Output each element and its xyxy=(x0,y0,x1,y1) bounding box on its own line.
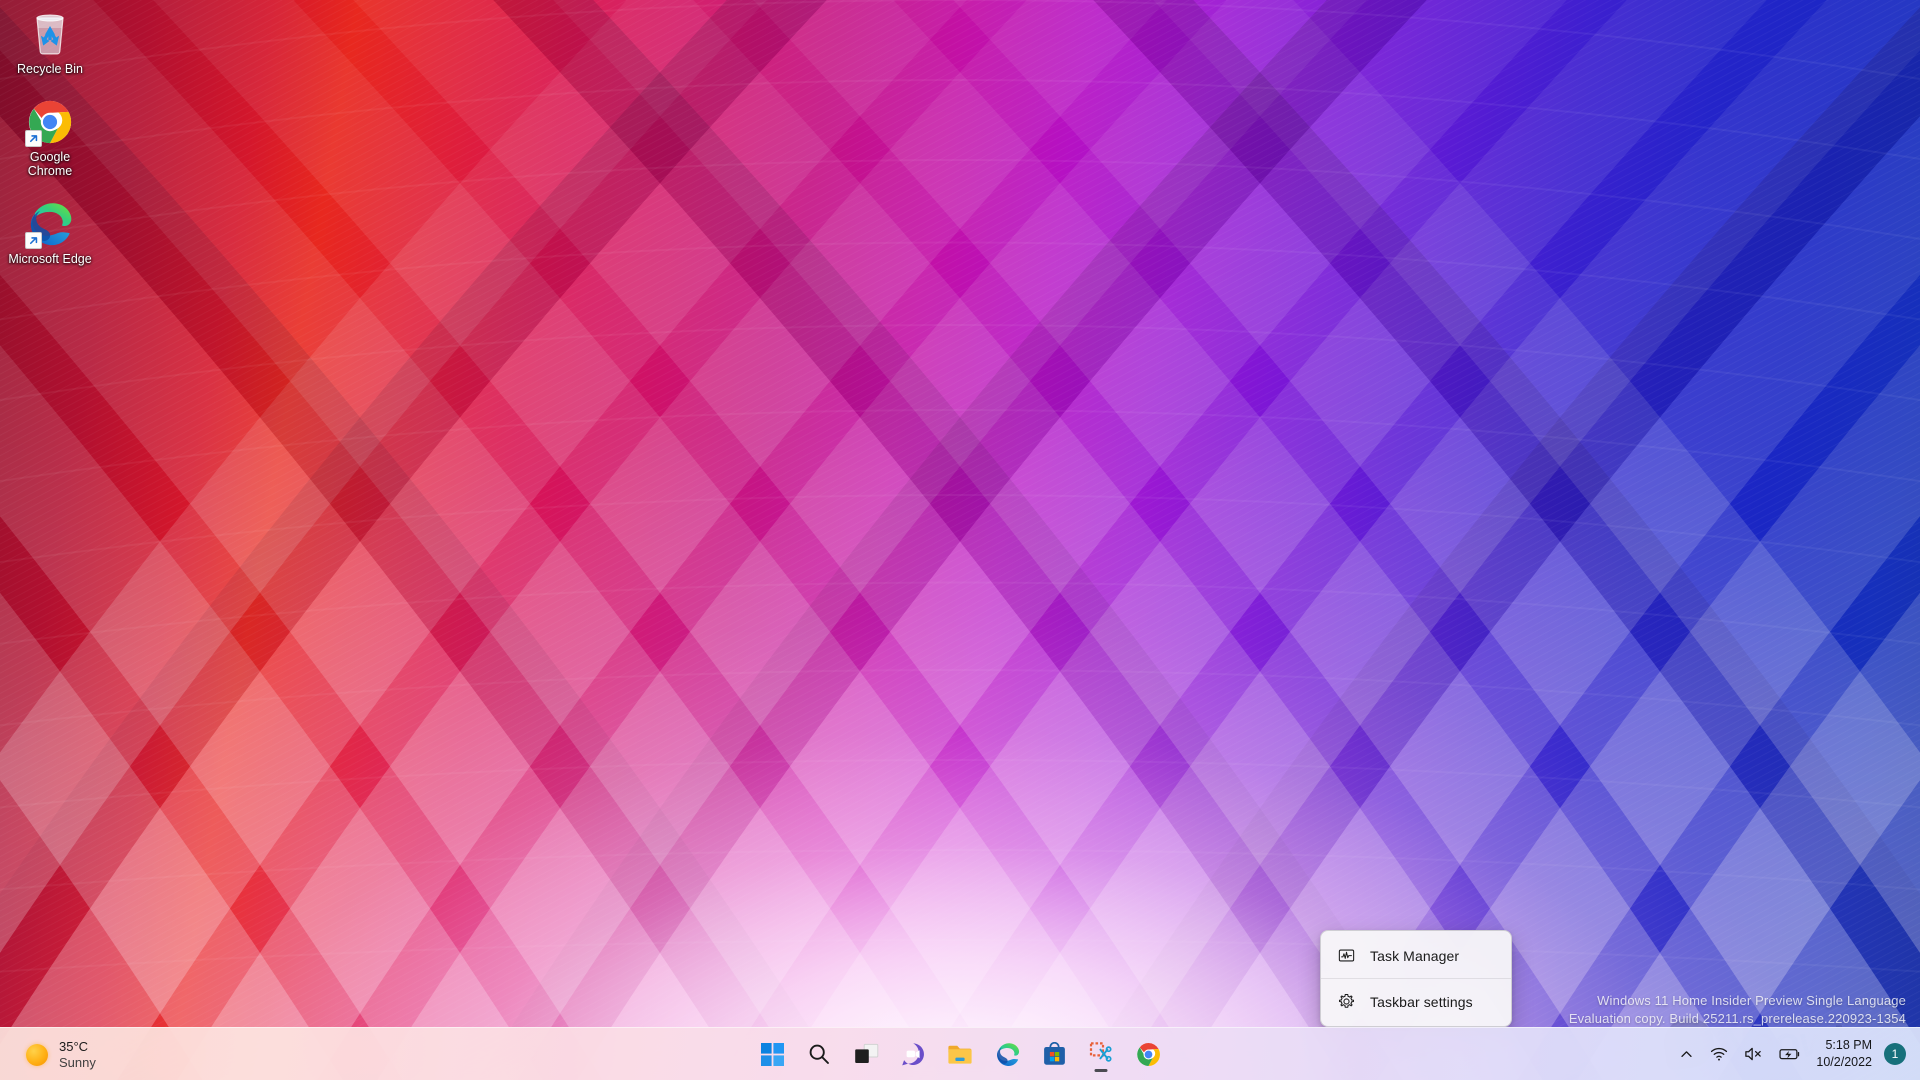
weather-text: 35°C Sunny xyxy=(59,1039,96,1071)
task-view-button[interactable] xyxy=(846,1034,886,1074)
tray-date: 10/2/2022 xyxy=(1816,1055,1872,1069)
shortcut-overlay-icon xyxy=(25,129,42,147)
clock-button[interactable]: 5:18 PM 10/2/2022 xyxy=(1810,1034,1880,1074)
desktop-icon-google-chrome[interactable]: Google Chrome xyxy=(4,94,96,182)
store-button[interactable] xyxy=(1034,1034,1074,1074)
desktop-icon-label: Recycle Bin xyxy=(17,62,83,76)
app-running-indicator xyxy=(1094,1068,1108,1072)
battery-button[interactable] xyxy=(1772,1034,1808,1074)
gear-icon xyxy=(1336,992,1356,1012)
taskbar-context-menu[interactable]: Task Manager Taskbar settings xyxy=(1320,930,1512,1027)
wifi-icon xyxy=(1711,1047,1728,1061)
file-explorer-button[interactable] xyxy=(940,1034,980,1074)
context-menu-item-task-manager[interactable]: Task Manager xyxy=(1324,935,1508,976)
chat-button[interactable] xyxy=(893,1034,933,1074)
context-menu-item-label: Task Manager xyxy=(1370,947,1460,964)
task-manager-icon xyxy=(1336,946,1356,966)
store-icon xyxy=(1043,1041,1065,1065)
snipping-tool-icon xyxy=(1089,1042,1112,1062)
recycle-bin-icon xyxy=(26,10,74,58)
wallpaper-pattern xyxy=(0,0,1920,1080)
search-icon xyxy=(809,1044,829,1064)
weather-condition: Sunny xyxy=(59,1054,96,1070)
chat-icon xyxy=(902,1042,924,1065)
task-view-icon xyxy=(854,1043,878,1063)
notification-count: 1 xyxy=(1891,1047,1899,1061)
desktop-icon-list: Recycle Bin Google Chrome Microsoft Edge xyxy=(0,6,100,269)
show-hidden-icons-button[interactable] xyxy=(1672,1034,1701,1074)
edge-icon xyxy=(996,1042,1019,1066)
desktop-wallpaper[interactable] xyxy=(0,0,1920,1080)
start-button[interactable] xyxy=(752,1034,792,1074)
context-menu-item-taskbar-settings[interactable]: Taskbar settings xyxy=(1324,981,1508,1022)
edge-button[interactable] xyxy=(987,1034,1027,1074)
desktop-icon-label: Google Chrome xyxy=(27,149,73,179)
context-menu-item-label: Taskbar settings xyxy=(1370,993,1473,1010)
tray-time: 5:18 PM xyxy=(1825,1038,1872,1052)
network-button[interactable] xyxy=(1703,1034,1735,1074)
taskbar[interactable]: 35°C Sunny 5:18 PM 10/2/2022 1 xyxy=(0,1027,1920,1080)
volume-button[interactable] xyxy=(1737,1034,1770,1074)
desktop-icon-label: Microsoft Edge xyxy=(8,251,92,266)
chrome-icon xyxy=(1136,1042,1160,1066)
edge-icon xyxy=(25,200,74,249)
chrome-button[interactable] xyxy=(1128,1034,1168,1074)
context-menu-separator xyxy=(1321,978,1511,979)
folder-icon xyxy=(948,1045,972,1064)
snipping-tool-button[interactable] xyxy=(1081,1034,1121,1074)
desktop-screen: Recycle Bin Google Chrome Microsoft Edge… xyxy=(0,0,1920,1080)
shortcut-overlay-icon xyxy=(25,231,42,249)
desktop-icon-recycle-bin[interactable]: Recycle Bin xyxy=(4,6,96,80)
desktop-icon-microsoft-edge[interactable]: Microsoft Edge xyxy=(4,196,96,270)
system-tray: 5:18 PM 10/2/2022 1 xyxy=(1672,1028,1912,1080)
chrome-icon xyxy=(25,98,74,147)
taskbar-app-buttons xyxy=(752,1028,1168,1080)
battery-charging-icon xyxy=(1779,1049,1800,1060)
sun-icon xyxy=(26,1043,48,1066)
notification-badge[interactable]: 1 xyxy=(1884,1043,1906,1065)
taskbar-weather-widget[interactable]: 35°C Sunny xyxy=(14,1028,108,1080)
windows-logo-icon xyxy=(760,1042,784,1066)
speaker-muted-icon xyxy=(1745,1047,1762,1061)
search-button[interactable] xyxy=(799,1034,839,1074)
chevron-up-icon xyxy=(1681,1050,1693,1057)
weather-temperature: 35°C xyxy=(59,1038,89,1054)
